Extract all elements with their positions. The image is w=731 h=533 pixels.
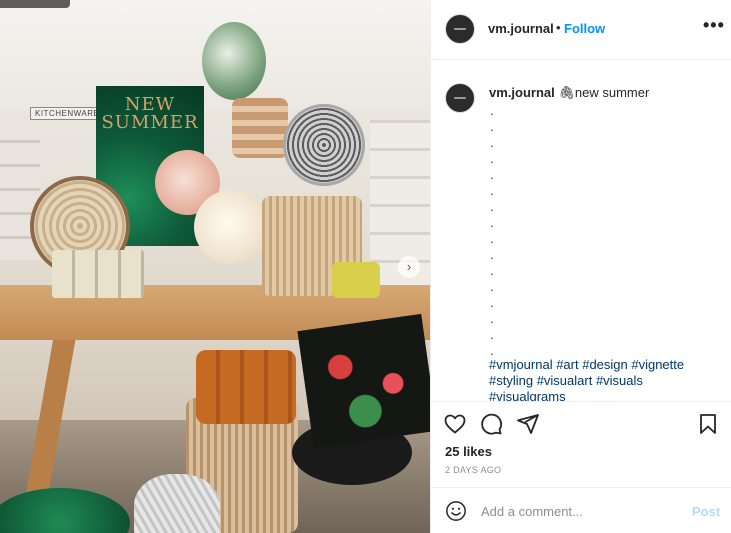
share-icon[interactable] bbox=[516, 412, 540, 436]
caption-dot: . bbox=[490, 295, 494, 310]
orange-towels bbox=[196, 350, 296, 424]
caption-area: vm.journal 🖇new summer . . . . . . . . .… bbox=[431, 61, 731, 401]
post-image[interactable]: KITCHENWARE NEW SUMMER › bbox=[0, 0, 430, 533]
hanging-globe bbox=[202, 22, 266, 100]
yellow-mugs bbox=[332, 262, 380, 298]
caption-dot: . bbox=[490, 167, 494, 182]
comment-icon[interactable] bbox=[479, 412, 503, 436]
caption-dot: . bbox=[490, 199, 494, 214]
caption-line: vm.journal 🖇new summer bbox=[489, 85, 721, 101]
caption-text: new summer bbox=[574, 85, 650, 100]
post-side-panel: vm.journal • Follow ••• vm.journal 🖇new … bbox=[430, 0, 731, 533]
caption-dot: . bbox=[490, 135, 494, 150]
caption-hashtags[interactable]: #vmjournal #art #design #vignette #styli… bbox=[489, 357, 721, 401]
floral-cushion bbox=[297, 313, 430, 449]
post-timestamp[interactable]: 2 DAYS AGO bbox=[445, 465, 501, 475]
heart-icon[interactable] bbox=[443, 412, 467, 436]
comment-bar: Post bbox=[431, 487, 731, 533]
caption-dot: . bbox=[490, 119, 494, 134]
smile-icon[interactable] bbox=[445, 500, 467, 522]
comment-input[interactable] bbox=[481, 500, 681, 522]
caption-emoji: 🖇 bbox=[558, 85, 575, 100]
bookmark-icon[interactable] bbox=[696, 412, 720, 436]
likes-count[interactable]: 25 likes bbox=[445, 444, 492, 459]
white-neck-pillow bbox=[194, 190, 268, 264]
caption-dot: . bbox=[490, 311, 494, 326]
caption-dot: . bbox=[490, 183, 494, 198]
caption-dot: . bbox=[490, 263, 494, 278]
caption-dot: . bbox=[490, 327, 494, 342]
caption-dot: . bbox=[490, 103, 494, 118]
header-separator: • bbox=[556, 20, 561, 35]
follow-button[interactable]: Follow bbox=[564, 21, 605, 36]
poster-text: NEW SUMMER bbox=[101, 94, 199, 133]
mesh-tray bbox=[283, 104, 365, 186]
caption-dot: . bbox=[490, 151, 494, 166]
more-options-icon[interactable]: ••• bbox=[703, 15, 725, 36]
white-lantern bbox=[134, 474, 220, 533]
action-bar bbox=[431, 401, 731, 441]
caption-avatar[interactable] bbox=[445, 83, 475, 113]
caption-dot: . bbox=[490, 231, 494, 246]
mug-set bbox=[52, 250, 144, 298]
caption-dot: . bbox=[490, 279, 494, 294]
author-avatar[interactable] bbox=[445, 14, 475, 44]
author-username[interactable]: vm.journal bbox=[488, 21, 554, 36]
photo-top-strip bbox=[0, 0, 70, 8]
caption-dot: . bbox=[490, 215, 494, 230]
wooden-tray-stack bbox=[232, 98, 288, 158]
post-comment-button[interactable]: Post bbox=[692, 504, 720, 519]
caption-username[interactable]: vm.journal bbox=[489, 85, 555, 100]
next-image-button[interactable]: › bbox=[398, 256, 420, 278]
caption-dots: . . . . . . . . . . . . . . . . bbox=[490, 103, 500, 359]
post-header: vm.journal • Follow ••• bbox=[431, 0, 731, 60]
caption-dot: . bbox=[490, 247, 494, 262]
kitchenware-sign: KITCHENWARE bbox=[30, 107, 105, 120]
